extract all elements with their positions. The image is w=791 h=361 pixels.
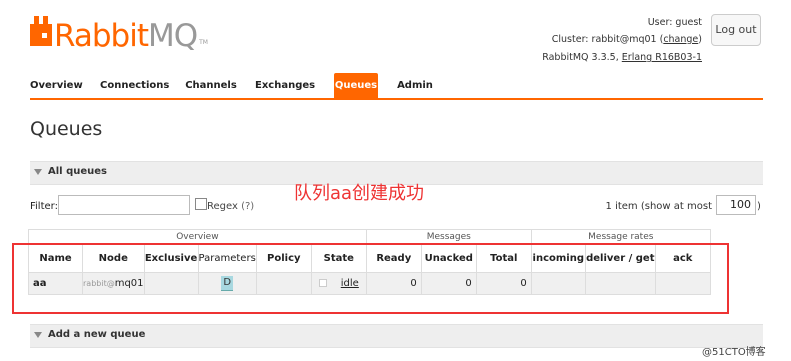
cluster-value: rabbit@mq01	[591, 34, 657, 45]
regex-text: Regex	[207, 201, 238, 212]
tab-admin[interactable]: Admin	[396, 73, 434, 99]
max-items-input[interactable]: 100	[716, 195, 756, 215]
logo-text-rabbit: Rabbit	[54, 18, 149, 54]
watermark: @51CTO博客	[702, 347, 766, 358]
items-count-label: 1 item (show at most	[605, 201, 712, 212]
add-queue-label: Add a new queue	[48, 329, 146, 340]
erlang-version-link[interactable]: Erlang R16B03-1	[622, 52, 702, 63]
logo-tm: TM	[199, 39, 208, 46]
tab-queues[interactable]: Queues	[334, 73, 378, 99]
max-items-close: )	[757, 201, 761, 212]
add-queue-section-header[interactable]: Add a new queue	[30, 324, 763, 348]
user-info: User: guest	[648, 17, 702, 28]
change-cluster-link[interactable]: change	[663, 34, 698, 45]
regex-help-link[interactable]: (?)	[241, 201, 254, 212]
tab-underline	[30, 98, 763, 100]
page-title: Queues	[30, 118, 103, 140]
cluster-info: Cluster: rabbit@mq01 (change)	[551, 34, 702, 45]
regex-checkbox[interactable]	[195, 198, 207, 210]
all-queues-label: All queues	[48, 166, 107, 177]
main-nav-tabs: Overview Connections Channels Exchanges …	[30, 73, 770, 99]
tab-channels[interactable]: Channels	[185, 73, 237, 99]
tab-exchanges[interactable]: Exchanges	[255, 73, 315, 99]
collapse-triangle-icon	[34, 332, 42, 338]
annotation-highlight-box	[12, 243, 729, 314]
rabbitmq-version: RabbitMQ 3.3.5,	[542, 52, 619, 63]
tab-overview[interactable]: Overview	[30, 73, 83, 99]
rabbit-logo-icon	[30, 16, 52, 46]
filter-input[interactable]	[58, 195, 190, 215]
logo-text-mq: MQ	[147, 18, 198, 54]
regex-label: Regex (?)	[207, 201, 254, 212]
collapse-triangle-icon	[34, 169, 42, 175]
user-label: User:	[647, 17, 673, 28]
annotation-queue-created: 队列aa创建成功	[294, 183, 425, 204]
version-info: RabbitMQ 3.3.5, Erlang R16B03-1	[542, 52, 702, 63]
cluster-label: Cluster:	[551, 34, 589, 45]
rabbitmq-logo: Rabbit MQ TM	[30, 14, 208, 52]
filter-label: Filter:	[30, 201, 58, 212]
tab-connections[interactable]: Connections	[100, 73, 169, 99]
user-value: guest	[675, 17, 702, 28]
logout-button[interactable]: Log out	[711, 14, 761, 46]
